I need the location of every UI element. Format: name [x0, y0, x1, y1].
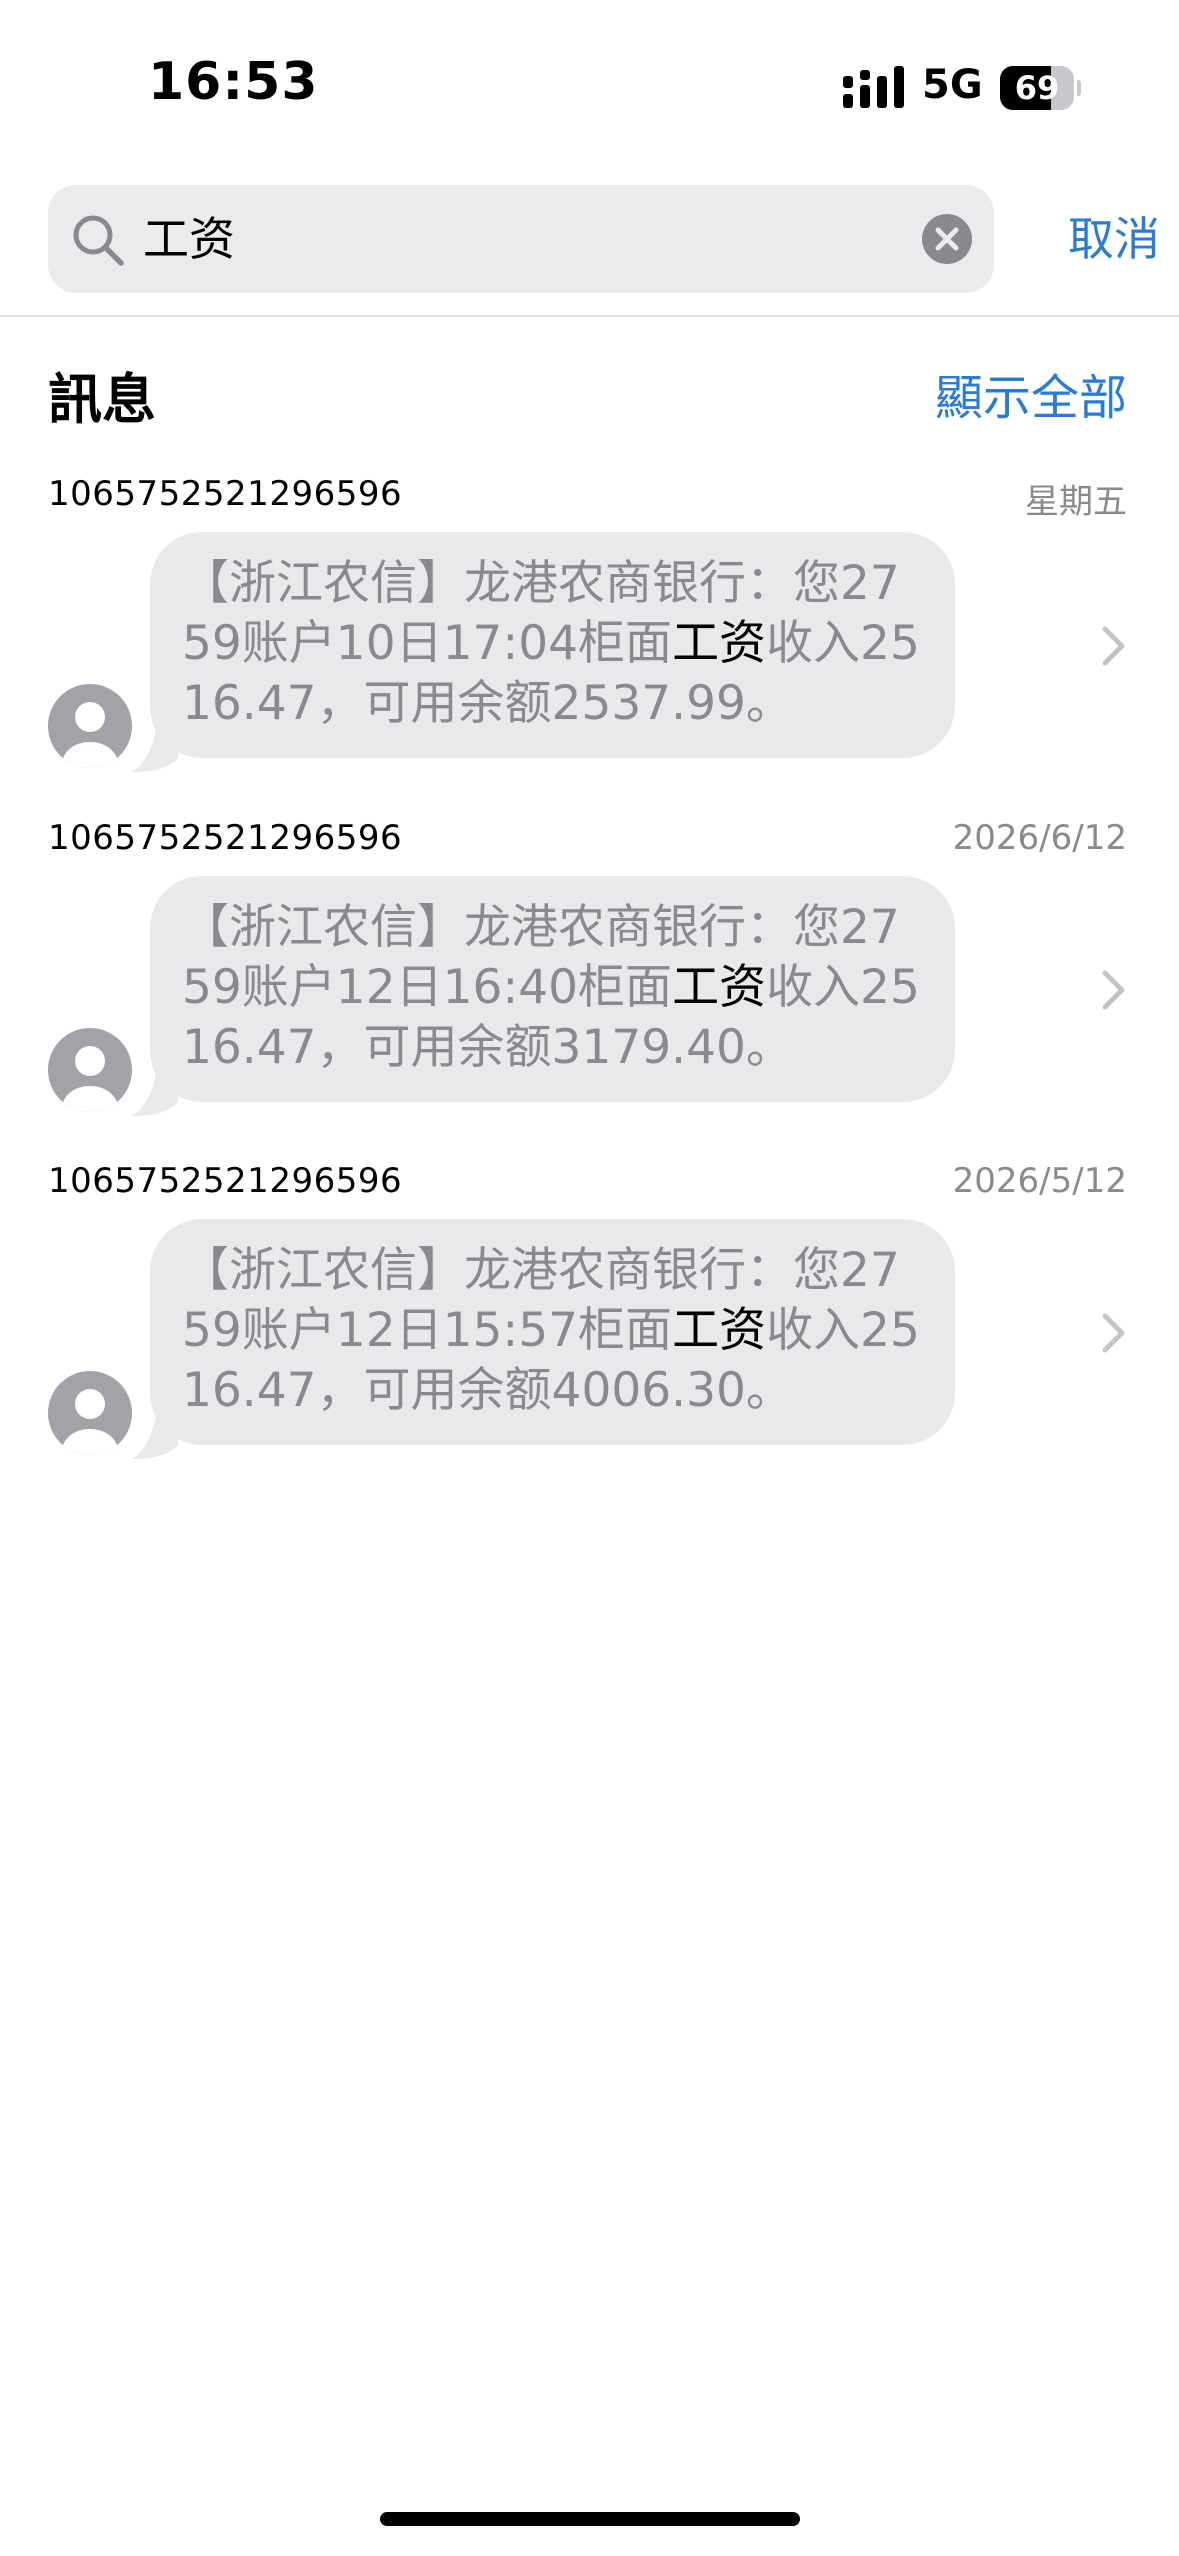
search-icon [73, 215, 124, 266]
avatar-icon [48, 684, 132, 768]
show-all-button[interactable]: 顯示全部 [935, 358, 1127, 428]
network-label: 5G [922, 62, 983, 108]
battery-tip [1077, 80, 1081, 96]
avatar-icon [48, 1028, 132, 1112]
search-field[interactable]: 工资 [48, 185, 994, 293]
result-sender: 1065752521296596 [48, 818, 403, 858]
home-indicator[interactable] [380, 2512, 800, 2526]
result-sender: 1065752521296596 [48, 1161, 403, 1201]
result-item[interactable]: 1065752521296596 2026/5/12 【浙江农信】龙港农商银行：… [0, 1161, 1179, 1481]
avatar-icon [48, 1371, 132, 1455]
result-date: 2026/6/12 [952, 818, 1127, 858]
clear-icon[interactable] [922, 214, 972, 264]
signal-icon [843, 66, 904, 108]
chevron-right-icon[interactable] [1100, 624, 1128, 668]
message-bubble[interactable]: 【浙江农信】龙港农商银行：您2759账户10日17:04柜面工资收入2516.4… [150, 532, 955, 758]
result-item[interactable]: 1065752521296596 星期五 【浙江农信】龙港农商银行：您2759账… [0, 474, 1179, 794]
chevron-right-icon[interactable] [1100, 968, 1128, 1012]
cancel-button[interactable]: 取消 [1010, 185, 1160, 293]
divider [0, 315, 1179, 317]
message-bubble[interactable]: 【浙江农信】龙港农商银行：您2759账户12日15:57柜面工资收入2516.4… [150, 1219, 955, 1445]
result-item[interactable]: 1065752521296596 2026/6/12 【浙江农信】龙港农商银行：… [0, 818, 1179, 1138]
battery-level: 69 [1014, 69, 1060, 107]
chevron-right-icon[interactable] [1100, 1311, 1128, 1355]
message-bubble[interactable]: 【浙江农信】龙港农商银行：您2759账户12日16:40柜面工资收入2516.4… [150, 876, 955, 1102]
message-highlight: 工资 [672, 1303, 767, 1358]
section-title: 訊息 [48, 368, 156, 431]
search-input[interactable]: 工资 [143, 185, 943, 293]
message-highlight: 工资 [672, 960, 767, 1015]
message-highlight: 工资 [672, 616, 767, 671]
status-bar: 16:53 5G 69 [0, 0, 1179, 150]
result-date: 星期五 [1025, 482, 1127, 522]
battery-indicator: 69 [1000, 66, 1081, 110]
result-date: 2026/5/12 [952, 1161, 1127, 1201]
status-time: 16:53 [148, 52, 319, 112]
result-sender: 1065752521296596 [48, 474, 403, 514]
